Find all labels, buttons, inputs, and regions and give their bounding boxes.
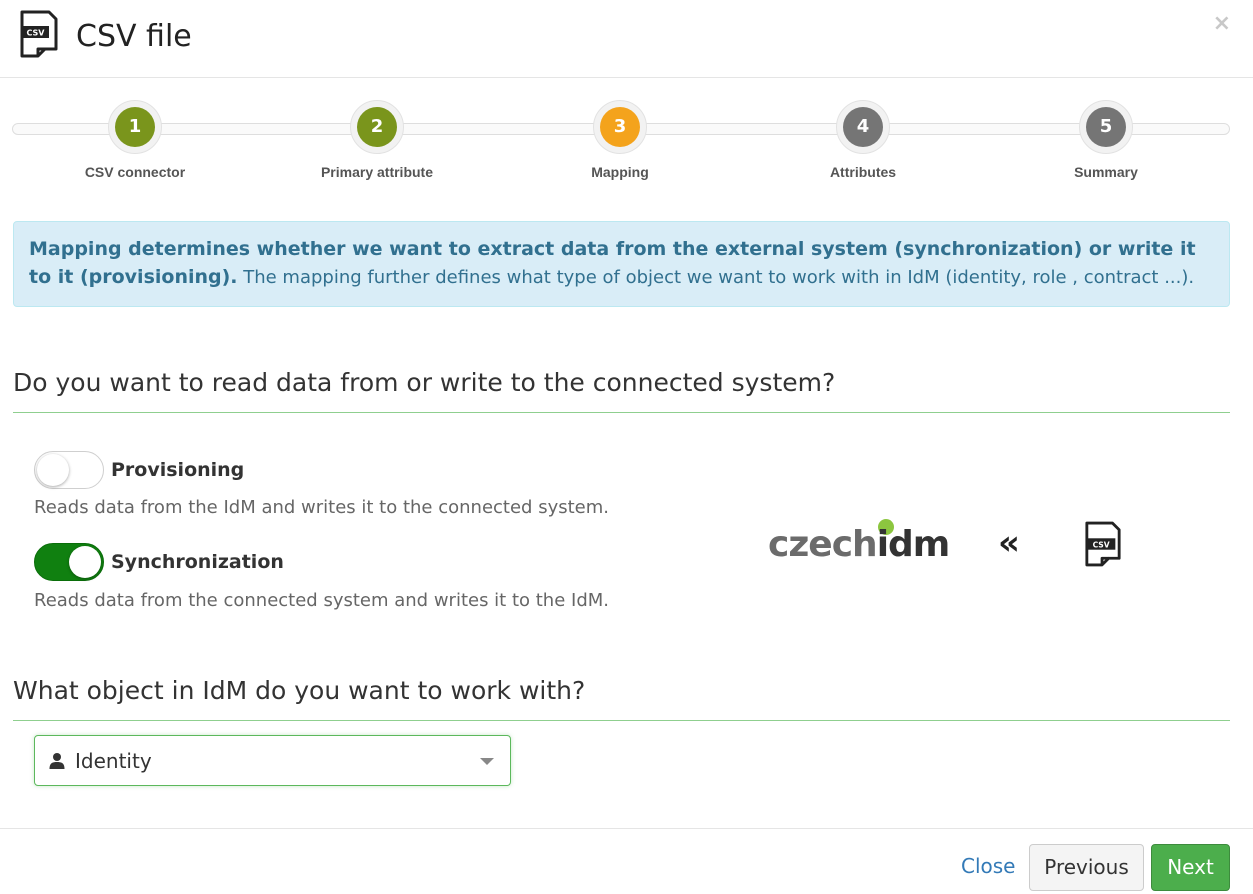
modal-footer: Close Previous Next: [0, 828, 1253, 894]
provisioning-help: Reads data from the IdM and writes it to…: [34, 497, 609, 518]
provisioning-label: Provisioning: [111, 459, 245, 481]
step-primary-attribute[interactable]: 2 Primary attribute: [277, 100, 477, 180]
step-csv-connector[interactable]: 1 CSV connector: [35, 100, 235, 180]
step-number: 4: [843, 107, 883, 147]
step-number: 5: [1086, 107, 1126, 147]
csv-file-icon: CSV: [20, 10, 58, 58]
logo-part-czech: czech: [768, 524, 878, 565]
step-label: Mapping: [591, 164, 649, 180]
csv-icon-label: CSV: [27, 29, 46, 38]
synchronization-label: Synchronization: [111, 551, 284, 573]
modal-title: CSV file: [76, 19, 192, 54]
wizard-stepper: 1 CSV connector 2 Primary attribute 3 Ma…: [12, 100, 1230, 190]
toggle-knob: [69, 546, 101, 578]
double-chevron-left-icon: «: [998, 523, 1020, 563]
close-icon[interactable]: ×: [1213, 12, 1231, 36]
step-number: 3: [600, 107, 640, 147]
step-circle: 4: [836, 100, 890, 154]
step-summary[interactable]: 5 Summary: [1006, 100, 1206, 180]
logo-part-idm: idm: [876, 524, 951, 565]
step-number: 2: [357, 107, 397, 147]
previous-button[interactable]: Previous: [1029, 844, 1144, 891]
step-circle: 2: [350, 100, 404, 154]
step-label: Summary: [1074, 164, 1138, 180]
synchronization-toggle[interactable]: [34, 543, 104, 581]
alert-rest-text: The mapping further defines what type of…: [237, 267, 1195, 288]
info-alert: Mapping determines whether we want to ex…: [13, 221, 1230, 307]
synchronization-help: Reads data from the connected system and…: [34, 590, 609, 611]
step-circle: 3: [593, 100, 647, 154]
object-section-title: What object in IdM do you want to work w…: [13, 674, 1230, 721]
step-attributes[interactable]: 4 Attributes: [763, 100, 963, 180]
object-type-select[interactable]: Identity: [34, 735, 511, 786]
provisioning-toggle-row: Provisioning: [34, 451, 244, 489]
step-label: Primary attribute: [320, 164, 434, 180]
user-icon: [49, 752, 65, 769]
step-label: CSV connector: [84, 164, 186, 180]
direction-illustration: czechidm « CSV: [768, 515, 1138, 575]
step-number: 1: [115, 107, 155, 147]
step-label: Attributes: [829, 164, 897, 180]
synchronization-toggle-row: Synchronization: [34, 543, 284, 581]
select-value: Identity: [75, 748, 152, 773]
toggle-knob: [37, 454, 69, 486]
step-circle: 1: [108, 100, 162, 154]
provisioning-toggle[interactable]: [34, 451, 104, 489]
next-button[interactable]: Next: [1151, 844, 1230, 891]
step-circle: 5: [1079, 100, 1133, 154]
modal-header: CSV CSV file ×: [0, 0, 1253, 78]
close-button[interactable]: Close: [961, 854, 1015, 878]
czechidm-logo: czechidm: [768, 524, 951, 565]
direction-section-title: Do you want to read data from or write t…: [13, 366, 1230, 413]
csv-file-icon: CSV: [1085, 521, 1121, 567]
csv-icon-label: CSV: [1093, 540, 1110, 549]
step-mapping[interactable]: 3 Mapping: [520, 100, 720, 180]
chevron-down-icon: [480, 758, 494, 765]
